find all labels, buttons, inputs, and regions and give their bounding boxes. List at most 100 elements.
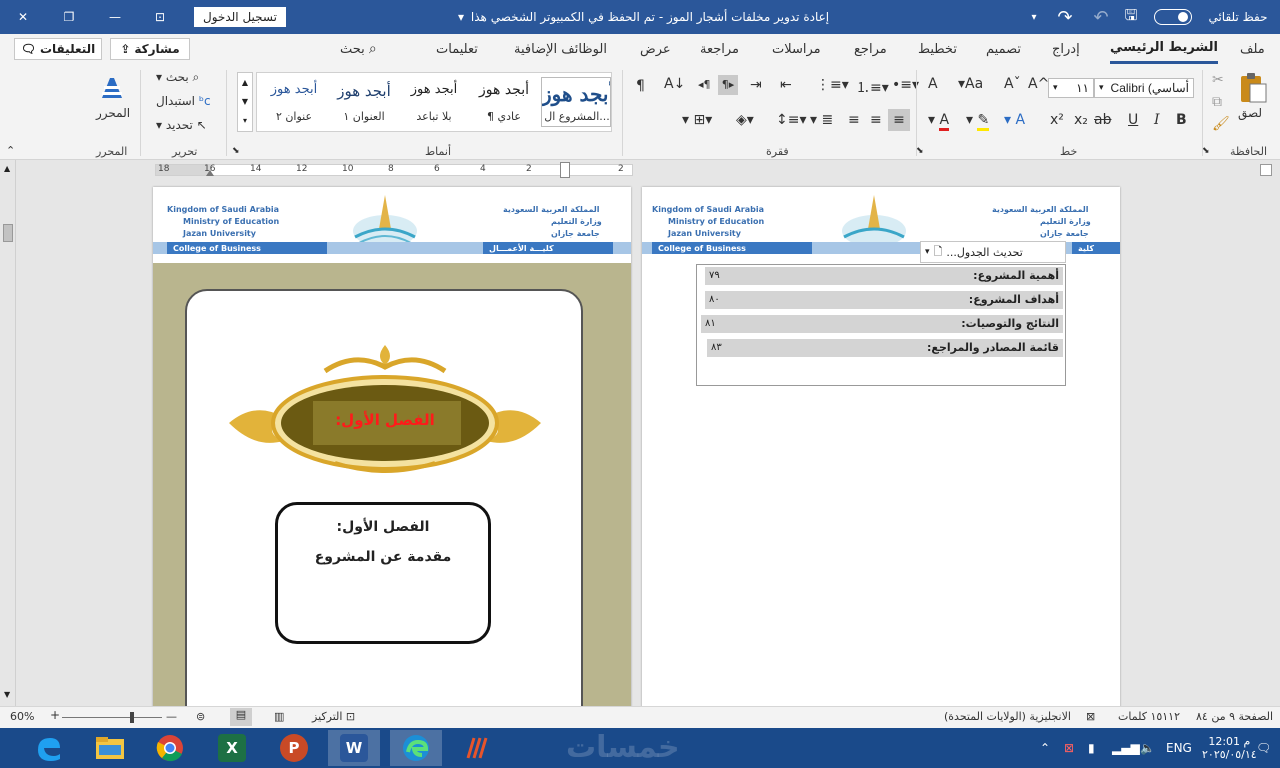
show-marks-icon[interactable]: ¶ xyxy=(636,78,645,94)
left-indent-marker[interactable] xyxy=(206,170,214,176)
tab-selector[interactable] xyxy=(1260,164,1272,176)
powerpoint-icon[interactable]: P xyxy=(268,730,320,766)
clock[interactable]: 12:01 م ٢٠٢٥/٠٥/١٤ xyxy=(1202,728,1257,768)
styles-scroll[interactable]: ▲ ▼ ▾ xyxy=(237,72,253,132)
superscript-icon[interactable]: x² xyxy=(1050,112,1064,128)
battery-icon[interactable]: ▮ xyxy=(1088,728,1095,768)
print-layout-icon[interactable]: ▤ xyxy=(230,708,252,726)
close-window-button[interactable]: ✕ xyxy=(0,0,46,34)
vertical-scrollbar[interactable]: ▲ ▼ xyxy=(0,160,16,706)
tab-layout[interactable]: تخطيط xyxy=(918,34,957,64)
rtl-direction-icon[interactable]: ◂¶ xyxy=(698,78,711,91)
zoom-level[interactable]: 60% xyxy=(10,710,34,723)
underline-icon[interactable]: U xyxy=(1128,112,1138,128)
highlight-icon[interactable]: ▾ ✎ xyxy=(966,112,990,131)
collapse-ribbon-icon[interactable]: ⌃ xyxy=(6,144,15,157)
ribbon-display-options-icon[interactable]: ⊡ xyxy=(140,0,180,34)
undo-icon[interactable]: ↷ xyxy=(1054,0,1076,34)
align-center-icon[interactable]: ≡ xyxy=(870,112,882,128)
volume-icon[interactable]: 🔈 xyxy=(1140,728,1155,768)
find-button[interactable]: ▾ بحث ⌕ xyxy=(156,70,199,85)
table-of-contents[interactable]: أهمية المشروع: ٧٩ أهداف المشروع: ٨٠ النت… xyxy=(696,264,1066,386)
title-dropdown-icon[interactable]: ▾ xyxy=(455,0,467,34)
borders-icon[interactable]: ▾ ⊞▾ xyxy=(682,112,712,128)
ltr-direction-icon[interactable]: ¶▸ xyxy=(718,75,738,95)
paste-button[interactable]: لصق xyxy=(1238,106,1262,120)
read-mode-icon[interactable]: ▥ xyxy=(274,710,284,723)
change-case-icon[interactable]: ▾Aa xyxy=(958,76,983,92)
redo-icon[interactable]: ↶ xyxy=(1090,0,1112,34)
toc-entry[interactable]: أهداف المشروع: ٨٠ xyxy=(705,291,1063,309)
style-heading-1[interactable]: أبجد هوز العنوان ١ xyxy=(331,77,395,127)
comments-button[interactable]: 🗨 التعليقات xyxy=(14,38,102,60)
page-right[interactable]: Kingdom of Saudi Arabia Ministry of Educ… xyxy=(642,187,1120,706)
strikethrough-icon[interactable]: ab xyxy=(1094,112,1111,128)
text-effects-icon[interactable]: ▾ A xyxy=(1004,112,1025,128)
tab-mailings[interactable]: مراسلات xyxy=(772,34,821,64)
multilevel-list-icon[interactable]: ⋮≡▾ xyxy=(816,77,849,93)
numbering-icon[interactable]: ⒈≡▾ xyxy=(856,77,889,97)
search-tab[interactable]: بحث ⌕ xyxy=(340,34,377,64)
language-tray[interactable]: ENG xyxy=(1166,728,1192,768)
excel-icon[interactable]: X xyxy=(206,730,258,766)
format-painter-icon[interactable]: 🖌 xyxy=(1212,116,1230,132)
italic-icon[interactable]: I xyxy=(1154,112,1160,128)
share-button[interactable]: ⇪ مشاركة xyxy=(110,38,190,60)
restore-window-button[interactable]: ❐ xyxy=(46,0,92,34)
edge-legacy-icon[interactable] xyxy=(22,730,74,766)
paste-icon[interactable] xyxy=(1238,72,1268,104)
wifi-icon[interactable]: ▂▄▆ xyxy=(1112,728,1140,768)
cut-icon[interactable]: ✂ xyxy=(1212,72,1224,88)
page-left[interactable]: Kingdom of Saudi Arabia Ministry of Educ… xyxy=(153,187,631,706)
toc-entry[interactable]: النتائج والتوصيات: ٨١ xyxy=(701,315,1063,333)
grow-font-icon[interactable]: A^ xyxy=(1028,76,1049,92)
editor-icon[interactable] xyxy=(96,72,128,104)
edge-icon[interactable] xyxy=(390,730,442,766)
font-name-input[interactable]: ▾ Calibri (أساسي xyxy=(1094,78,1194,98)
font-color-icon[interactable]: ▾ A xyxy=(928,112,950,131)
file-explorer-icon[interactable] xyxy=(84,730,136,766)
toc-entry[interactable]: قائمة المصادر والمراجع: ٨٣ xyxy=(707,339,1063,357)
style-no-spacing[interactable]: أبجد هوز بلا تباعد xyxy=(401,77,465,127)
tab-file[interactable]: ملف xyxy=(1240,34,1265,64)
web-layout-icon[interactable]: ⊜ xyxy=(196,710,205,723)
word-count[interactable]: ١٥١١٢ كلمات xyxy=(1118,710,1180,723)
tab-addins[interactable]: الوظائف الإضافية xyxy=(514,34,607,64)
scroll-thumb[interactable] xyxy=(3,224,13,242)
indent-marker[interactable] xyxy=(560,162,570,178)
bullets-icon[interactable]: •≡▾ xyxy=(892,77,919,93)
copy-icon[interactable]: ⧉ xyxy=(1212,94,1222,110)
network-warning-icon[interactable]: ⊠ xyxy=(1064,728,1074,768)
proofing-icon[interactable]: ⊠ xyxy=(1086,710,1095,723)
show-hidden-icons[interactable]: ⌃ xyxy=(1040,728,1050,768)
styles-launcher-icon[interactable]: ⬊ xyxy=(232,146,240,156)
line-spacing-icon[interactable]: ↕≡▾ xyxy=(776,112,807,128)
decrease-indent-icon[interactable]: ⇤ xyxy=(780,77,792,93)
editor-button[interactable]: المحرر xyxy=(96,106,130,120)
sign-in-button[interactable]: تسجيل الدخول xyxy=(194,7,286,27)
style-heading-2[interactable]: أبجد هوز عنوان ٢ xyxy=(261,77,325,127)
tab-review[interactable]: مراجعة xyxy=(700,34,739,64)
zoom-in-button[interactable]: + xyxy=(50,708,60,722)
tab-insert[interactable]: إدراج xyxy=(1052,34,1080,64)
minimize-window-button[interactable]: — xyxy=(92,0,138,34)
sort-icon[interactable]: A↓ xyxy=(664,76,685,92)
zoom-slider[interactable] xyxy=(62,717,162,718)
style-project[interactable]: أبجد هوز المشروع ال... xyxy=(541,77,611,127)
toc-entry[interactable]: أهمية المشروع: ٧٩ xyxy=(705,267,1063,285)
app-stripes-icon[interactable] xyxy=(452,730,504,766)
select-button[interactable]: ▾ تحديد ↖ xyxy=(156,118,207,132)
page-number[interactable]: الصفحة ٩ من ٨٤ xyxy=(1196,710,1273,723)
autosave-toggle[interactable] xyxy=(1154,9,1192,25)
tab-help[interactable]: تعليمات xyxy=(436,34,478,64)
justify-icon[interactable]: ▾ ≣ xyxy=(810,112,833,128)
qat-customize-icon[interactable]: ▾ xyxy=(1026,0,1042,34)
increase-indent-icon[interactable]: ⇥ xyxy=(750,77,762,93)
shrink-font-icon[interactable]: Aˇ xyxy=(1004,76,1021,92)
font-size-input[interactable]: ▾ ١١ xyxy=(1048,78,1094,98)
word-icon[interactable]: W xyxy=(328,730,380,766)
update-table-button[interactable]: ▾ 🗋 تحديث الجدول... xyxy=(920,241,1066,263)
tab-design[interactable]: تصميم xyxy=(986,34,1021,64)
bold-icon[interactable]: B xyxy=(1176,112,1187,128)
replace-button[interactable]: استبدال ᵇc xyxy=(156,94,211,108)
